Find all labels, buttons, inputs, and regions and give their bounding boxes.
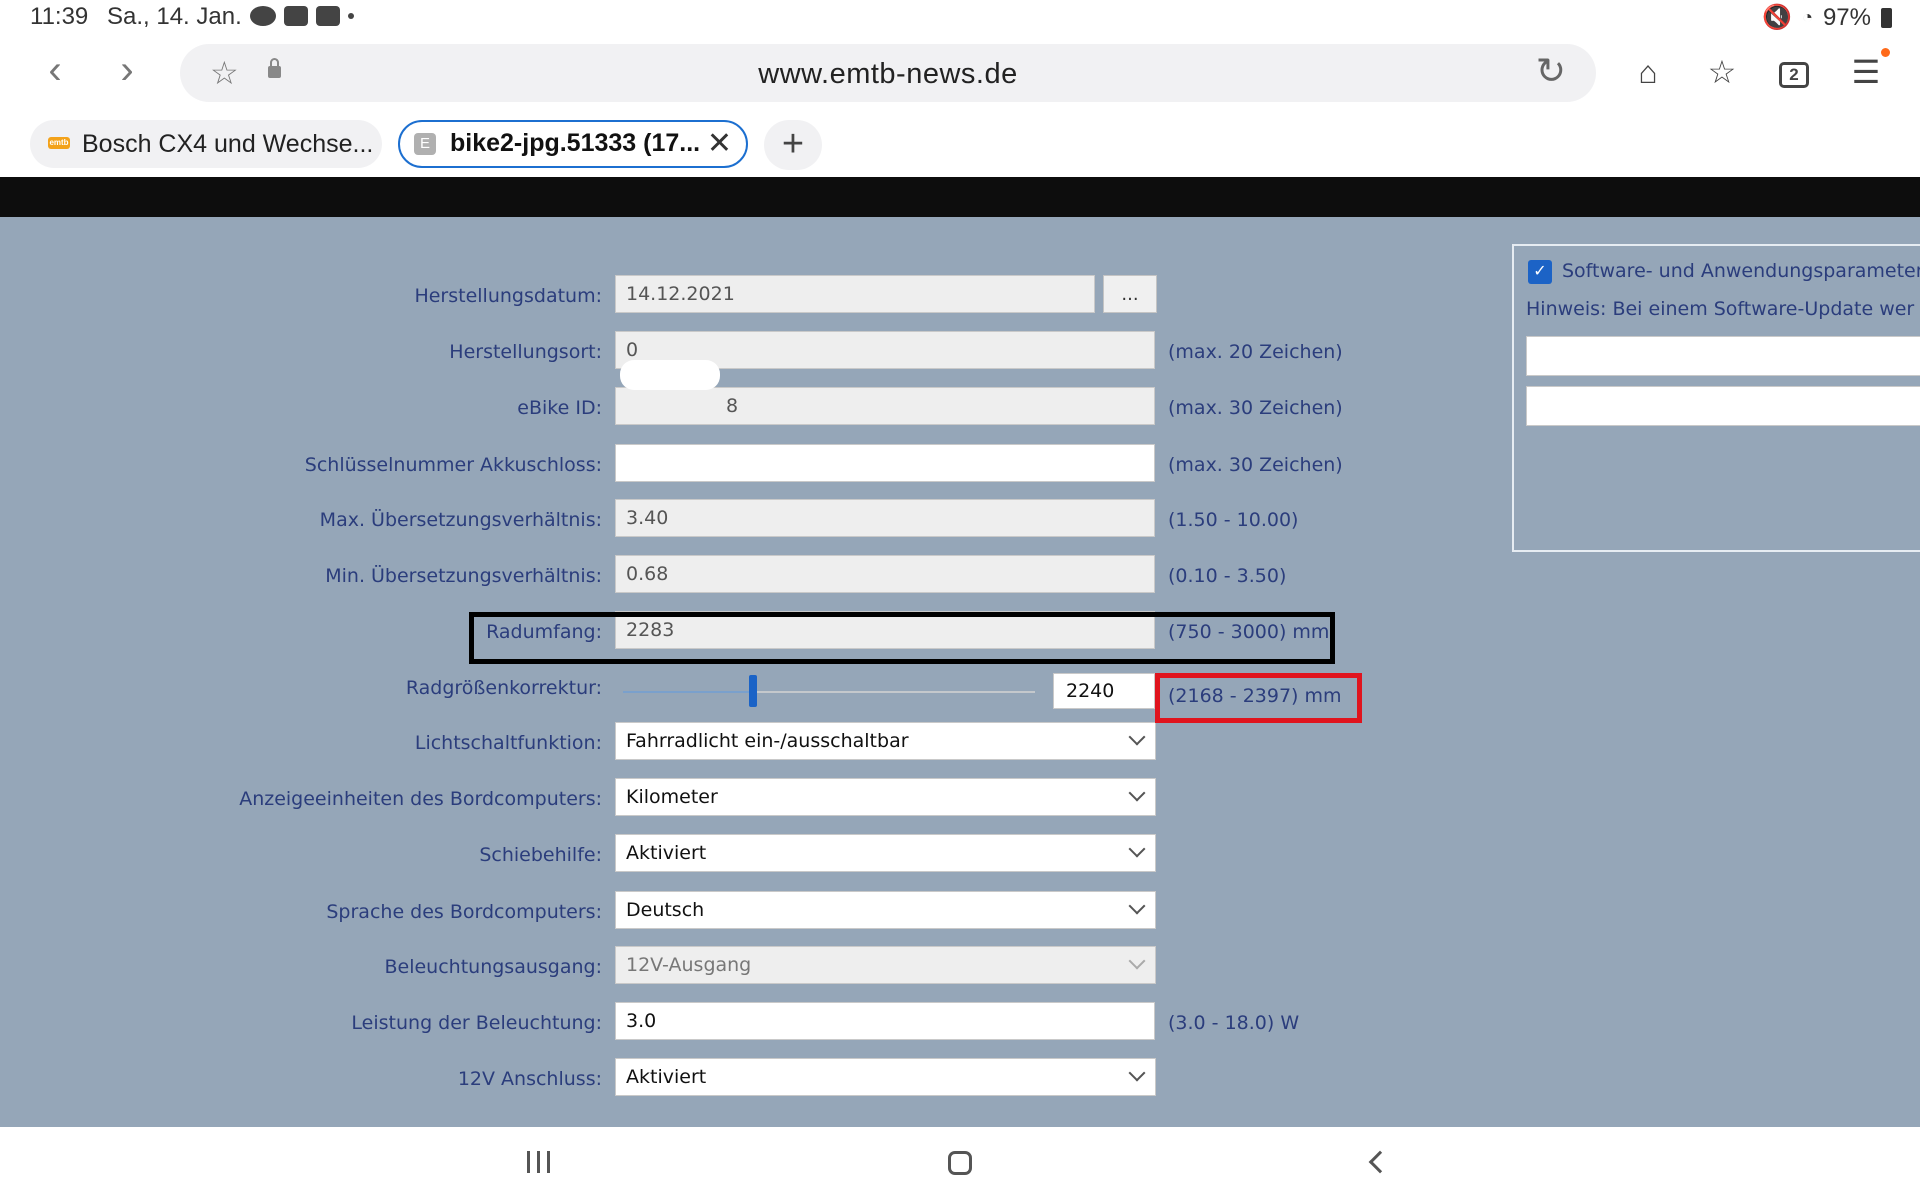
field-hint: (max. 30 Zeichen) [1168, 397, 1343, 419]
mail-icon [316, 6, 340, 26]
system-nav-bar [0, 1127, 1920, 1200]
battery-icon [1881, 7, 1892, 28]
field-label: Herstellungsdatum: [414, 285, 602, 307]
battery-lock-key-field[interactable] [615, 444, 1155, 482]
highlight-box-red [1155, 673, 1362, 723]
tab-title: bike2-jpg.51333 (17... [450, 129, 701, 157]
parameter-field-1[interactable] [1526, 336, 1920, 376]
software-parameters-checkbox[interactable]: ✓ [1528, 260, 1552, 284]
youtube-icon [284, 6, 308, 26]
min-gear-ratio-field[interactable]: 0.68 [615, 555, 1155, 593]
chevron-down-icon [1128, 728, 1146, 746]
language-select[interactable]: Deutsch [615, 891, 1156, 929]
status-time: 11:39 [30, 3, 89, 30]
more-notifications-icon [348, 13, 354, 19]
tab-bike2-image[interactable]: E bike2-jpg.51333 (17... ✕ [398, 120, 748, 168]
light-switch-select[interactable]: Fahrradlicht ein-/ausschaltbar [615, 722, 1156, 760]
lighting-power-field[interactable]: 3.0 [615, 1002, 1155, 1040]
field-hint: (1.50 - 10.00) [1168, 509, 1299, 531]
menu-badge [1881, 48, 1890, 57]
field-label: Leistung der Beleuchtung: [351, 1012, 602, 1034]
lighting-output-select: 12V-Ausgang [615, 946, 1156, 984]
field-label: Beleuchtungsausgang: [384, 956, 602, 978]
browser-toolbar: ‹ › ☆ www.emtb-news.de ↻ ⌂ ☆ 2 ☰ [0, 36, 1920, 108]
walk-assist-select[interactable]: Aktiviert [615, 834, 1156, 872]
status-date: Sa., 14. Jan. [107, 3, 242, 30]
status-bar: 11:39 Sa., 14. Jan. 🔇 ◔ 97% [0, 0, 1920, 34]
emtb-favicon-icon: emtb [48, 137, 70, 149]
chevron-down-icon [1128, 840, 1146, 858]
field-label: Anzeigeeinheiten des Bordcomputers: [239, 788, 602, 810]
tabs-button[interactable]: 2 [1766, 44, 1822, 100]
manufacture-date-field[interactable]: 14.12.2021 [615, 275, 1095, 313]
tab-strip: emtb Bosch CX4 und Wechse... E bike2-jpg… [0, 116, 1920, 174]
field-hint: (max. 20 Zeichen) [1168, 341, 1343, 363]
address-bar[interactable]: ☆ www.emtb-news.de ↻ [180, 44, 1596, 102]
new-tab-button[interactable]: + [764, 120, 822, 170]
field-label: Herstellungsort: [449, 341, 602, 363]
update-note: Hinweis: Bei einem Software-Update wer [1526, 298, 1915, 320]
back-nav-button[interactable] [1368, 1150, 1392, 1174]
forward-button[interactable]: › [102, 46, 152, 96]
display-units-select[interactable]: Kilometer [615, 778, 1156, 816]
12v-port-select[interactable]: Aktiviert [615, 1058, 1156, 1096]
chevron-down-icon [1128, 897, 1146, 915]
wifi-icon: ◔ [1802, 7, 1813, 27]
field-label: Max. Übersetzungsverhältnis: [319, 509, 602, 531]
status-right: 🔇 ◔ 97% [1762, 3, 1892, 32]
chevron-down-icon [1128, 1064, 1146, 1082]
chat-icon [250, 6, 276, 26]
max-gear-ratio-field[interactable]: 3.40 [615, 499, 1155, 537]
url-text[interactable]: www.emtb-news.de [180, 58, 1596, 91]
wheel-size-correction-field[interactable]: 2240 [1053, 673, 1155, 709]
e-favicon-icon: E [414, 133, 436, 155]
tab-title: Bosch CX4 und Wechse... [82, 130, 374, 158]
highlight-box-black [469, 612, 1335, 664]
settings-screenshot: Herstellungsdatum: 14.12.2021 ... Herste… [0, 217, 1920, 1127]
select-value: Fahrradlicht ein-/ausschaltbar [626, 730, 909, 752]
home-nav-button[interactable] [948, 1151, 972, 1175]
field-label: Schlüsselnummer Akkuschloss: [304, 454, 602, 476]
home-button[interactable]: ⌂ [1620, 44, 1676, 100]
notification-icons [250, 6, 354, 26]
wheel-size-slider-thumb[interactable] [748, 675, 757, 707]
select-value: 12V-Ausgang [626, 954, 752, 976]
software-parameters-panel: ✓ Software- und Anwendungsparameter Hinw… [1512, 244, 1920, 552]
field-hint: (max. 30 Zeichen) [1168, 454, 1343, 476]
field-label: 12V Anschluss: [457, 1068, 602, 1090]
bookmarks-button[interactable]: ☆ [1694, 44, 1750, 100]
select-value: Kilometer [626, 786, 718, 808]
parameter-field-2[interactable] [1526, 386, 1920, 426]
field-label: Lichtschaltfunktion: [414, 732, 602, 754]
field-label: Min. Übersetzungsverhältnis: [325, 565, 602, 587]
date-picker-button[interactable]: ... [1103, 275, 1157, 313]
checkbox-label: Software- und Anwendungsparameter [1562, 260, 1920, 282]
field-hint: (0.10 - 3.50) [1168, 565, 1287, 587]
field-label: Radgrößenkorrektur: [405, 677, 602, 699]
battery-level: 97% [1822, 3, 1871, 31]
menu-button[interactable]: ☰ [1838, 44, 1894, 100]
select-value: Aktiviert [626, 1066, 707, 1088]
field-label: eBike ID: [517, 397, 602, 419]
field-label: Sprache des Bordcomputers: [326, 901, 602, 923]
recent-apps-button[interactable] [527, 1151, 553, 1173]
reload-icon[interactable]: ↻ [1536, 50, 1566, 92]
image-top-border [0, 177, 1920, 217]
close-tab-icon[interactable]: ✕ [707, 122, 732, 165]
field-hint: (3.0 - 18.0) W [1168, 1012, 1300, 1034]
tab-bosch[interactable]: emtb Bosch CX4 und Wechse... [30, 120, 382, 168]
mute-icon: 🔇 [1762, 4, 1793, 31]
tab-count: 2 [1779, 61, 1809, 88]
select-value: Deutsch [626, 899, 705, 921]
redaction-mark [620, 360, 720, 390]
chevron-down-icon [1128, 784, 1146, 802]
wheel-size-slider-fill [623, 691, 753, 693]
field-label: Schiebehilfe: [479, 844, 602, 866]
ebike-id-field[interactable]: 8 [615, 387, 1155, 425]
chevron-down-icon [1128, 952, 1146, 970]
select-value: Aktiviert [626, 842, 707, 864]
back-button[interactable]: ‹ [30, 46, 80, 96]
